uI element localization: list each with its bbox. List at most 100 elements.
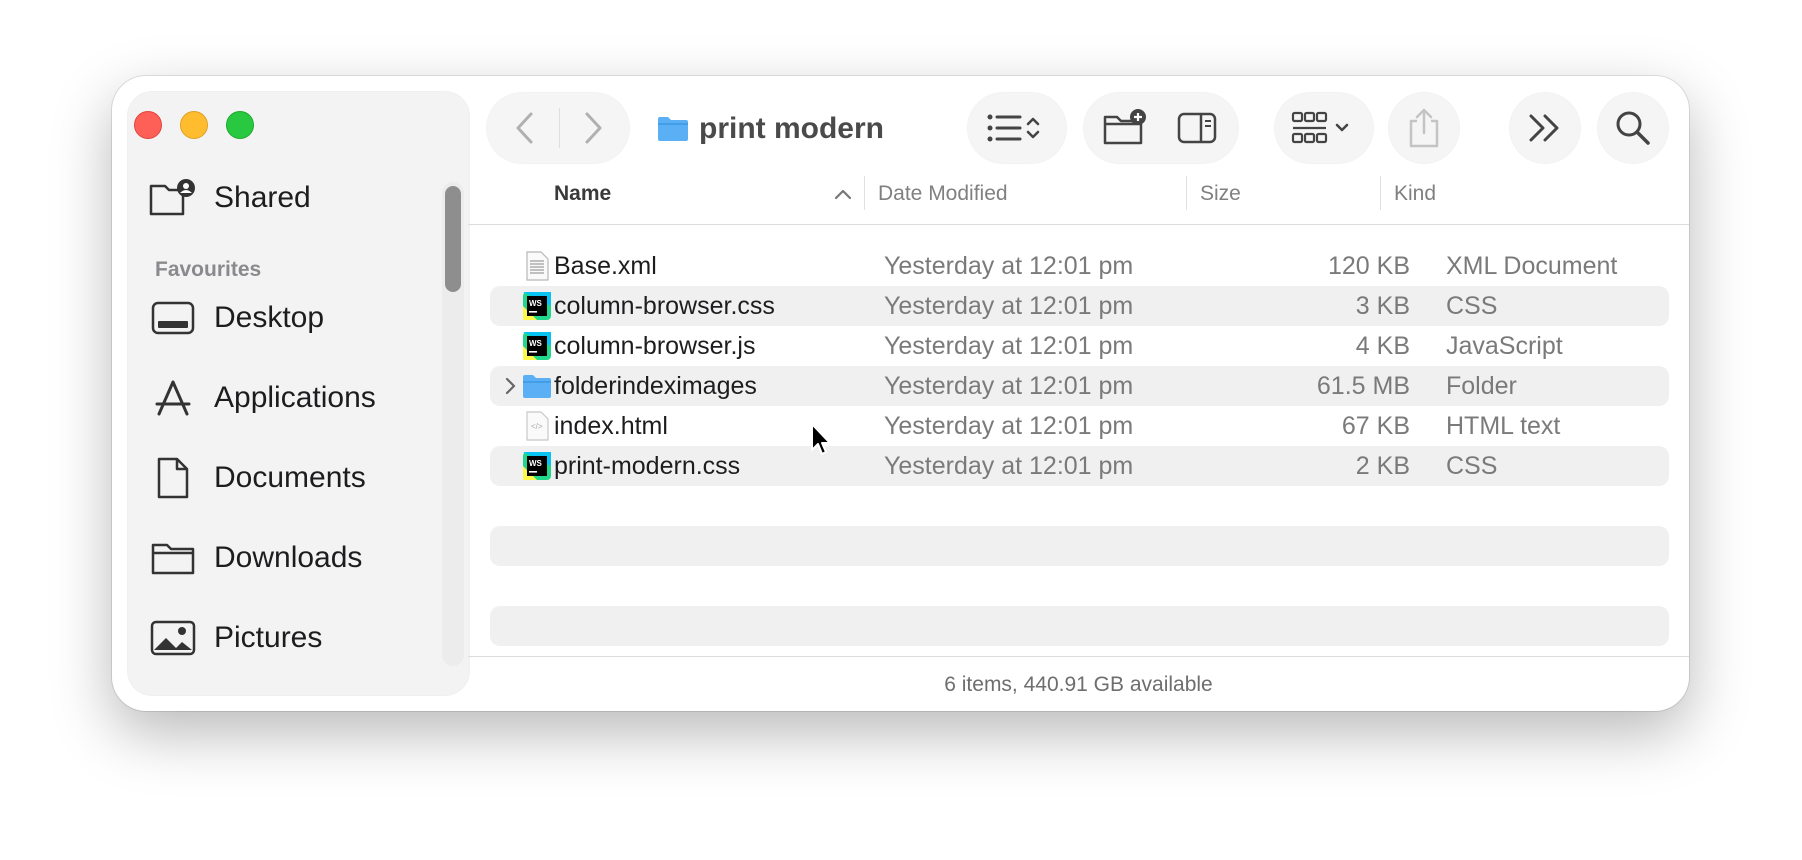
new-folder-button[interactable] [1097, 104, 1153, 150]
close-button[interactable] [134, 111, 162, 139]
column-header-date[interactable]: Date Modified [878, 182, 1008, 206]
group-grid-icon [1291, 111, 1349, 144]
sidebar-item-label: Desktop [214, 301, 325, 334]
empty-row [490, 606, 1669, 646]
sort-ascending-icon [834, 189, 852, 200]
applications-icon [148, 376, 198, 420]
status-text: 6 items, 440.91 GB available [944, 672, 1213, 696]
column-header-size[interactable]: Size [1200, 182, 1241, 206]
column-divider[interactable] [864, 176, 865, 210]
status-bar: 6 items, 440.91 GB available [468, 656, 1689, 711]
file-size: 4 KB [1355, 331, 1410, 360]
file-name: folderindeximages [554, 371, 757, 400]
file-kind: Folder [1446, 371, 1517, 400]
window-title: print modern [657, 104, 884, 154]
svg-text:WS: WS [529, 299, 543, 308]
mouse-cursor-icon [811, 423, 831, 455]
more-button[interactable] [1520, 106, 1570, 150]
window-title-text: print modern [699, 112, 884, 145]
shared-folder-icon [148, 176, 198, 220]
file-name: print-modern.css [554, 451, 741, 480]
preview-pane-button[interactable] [1172, 106, 1222, 150]
file-row[interactable]: WS column-browser.js Yesterday at 12:01 … [490, 326, 1669, 366]
file-size: 2 KB [1355, 451, 1410, 480]
html-file-icon: </> [526, 411, 549, 441]
minimize-button[interactable] [180, 111, 208, 139]
more-chevrons-icon [1529, 114, 1559, 142]
svg-text:WS: WS [529, 339, 543, 348]
file-row[interactable]: Base.xml Yesterday at 12:01 pm 120 KB XM… [490, 246, 1669, 286]
column-header-name[interactable]: Name [554, 182, 611, 206]
list-view-icon [987, 114, 1040, 142]
pictures-icon [148, 616, 198, 660]
file-name: column-browser.js [554, 331, 756, 360]
back-button[interactable] [500, 106, 550, 150]
file-kind: CSS [1446, 451, 1498, 480]
sidebar-item-applications[interactable]: Applications [148, 370, 376, 426]
column-divider[interactable] [1380, 176, 1381, 210]
webstorm-file-icon: WS [523, 292, 551, 320]
xml-file-icon [526, 251, 549, 281]
file-name: Base.xml [554, 251, 657, 280]
file-date: Yesterday at 12:01 pm [884, 411, 1134, 440]
file-name: column-browser.css [554, 291, 775, 320]
nav-divider [559, 108, 560, 148]
sidebar-item-label: Shared [214, 181, 311, 214]
column-header-row: Name Date Modified Size Kind [468, 164, 1689, 225]
webstorm-file-icon: WS [523, 332, 551, 360]
preview-pane-icon [1177, 112, 1217, 144]
search-button[interactable] [1608, 106, 1658, 150]
file-size: 61.5 MB [1316, 371, 1410, 400]
file-date: Yesterday at 12:01 pm [884, 371, 1134, 400]
file-kind: XML Document [1446, 251, 1618, 280]
file-size: 3 KB [1355, 291, 1410, 320]
file-size: 120 KB [1327, 251, 1410, 280]
finder-window: Shared Favourites Desktop Applications D… [112, 76, 1689, 711]
file-date: Yesterday at 12:01 pm [884, 451, 1134, 480]
sidebar-scrollbar-thumb[interactable] [445, 186, 461, 292]
sidebar-item-label: Documents [214, 461, 366, 494]
group-by-button[interactable] [1287, 106, 1361, 150]
folder-icon [523, 375, 551, 398]
folder-icon [658, 117, 688, 141]
new-folder-icon [1103, 109, 1146, 145]
desktop-icon [148, 296, 198, 340]
file-date: Yesterday at 12:01 pm [884, 251, 1134, 280]
sidebar-item-label: Downloads [214, 541, 363, 574]
file-size: 67 KB [1341, 411, 1410, 440]
sidebar-item-label: Applications [214, 381, 376, 414]
file-name: index.html [554, 411, 668, 440]
sidebar-item-downloads[interactable]: Downloads [148, 530, 362, 586]
file-kind: JavaScript [1446, 331, 1563, 360]
chevron-left-icon [516, 112, 533, 144]
file-row[interactable]: WS print-modern.css Yesterday at 12:01 p… [490, 446, 1669, 486]
file-row[interactable]: folderindeximages Yesterday at 12:01 pm … [490, 366, 1669, 406]
file-kind: CSS [1446, 291, 1498, 320]
zoom-button[interactable] [226, 111, 254, 139]
chevron-right-icon [585, 112, 602, 144]
forward-button[interactable] [568, 106, 618, 150]
webstorm-file-icon: WS [523, 452, 551, 480]
file-row[interactable]: </> index.html Yesterday at 12:01 pm 67 … [490, 406, 1669, 446]
column-header-kind[interactable]: Kind [1394, 182, 1436, 206]
file-kind: HTML text [1446, 411, 1561, 440]
svg-text:</>: </> [531, 422, 543, 431]
document-icon [148, 456, 198, 500]
share-icon [1409, 108, 1439, 148]
svg-text:WS: WS [529, 459, 543, 468]
folder-icon [148, 536, 198, 580]
disclosure-chevron-icon[interactable] [498, 374, 522, 398]
sidebar-item-desktop[interactable]: Desktop [148, 290, 324, 346]
column-divider[interactable] [1186, 176, 1187, 210]
search-icon [1616, 111, 1650, 145]
sidebar-item-label: Pictures [214, 621, 323, 654]
share-button[interactable] [1399, 104, 1449, 152]
file-row[interactable]: WS column-browser.css Yesterday at 12:01… [490, 286, 1669, 326]
sidebar-section-title: Favourites [155, 258, 262, 281]
sidebar-item-pictures[interactable]: Pictures [148, 610, 322, 666]
view-mode-button[interactable] [982, 106, 1052, 150]
sidebar-item-shared[interactable]: Shared [148, 170, 311, 226]
sidebar-item-documents[interactable]: Documents [148, 450, 366, 506]
file-date: Yesterday at 12:01 pm [884, 331, 1134, 360]
file-date: Yesterday at 12:01 pm [884, 291, 1134, 320]
